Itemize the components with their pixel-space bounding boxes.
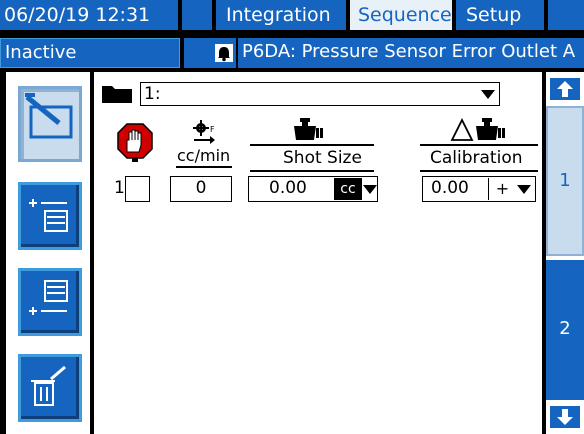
- page-tab-2[interactable]: 2: [546, 260, 584, 400]
- flow-rate-icon: F: [192, 120, 218, 148]
- chevron-down-icon: [481, 90, 495, 99]
- calibration-sign-value: +: [495, 179, 510, 198]
- insert-step-above-button[interactable]: [18, 182, 82, 250]
- shot-size-value: 0.00: [269, 178, 307, 198]
- shot-size-overline: [250, 144, 374, 146]
- arrow-up-icon: [557, 81, 573, 97]
- tab-sequence[interactable]: Sequence: [350, 0, 452, 30]
- insert-below-icon: [29, 280, 68, 315]
- sequence-select-dropdown[interactable]: [478, 84, 498, 104]
- scroll-down-button[interactable]: [550, 406, 580, 428]
- calibration-value: 0.00: [431, 178, 469, 198]
- insert-step-below-button[interactable]: [18, 268, 82, 336]
- insert-above-icon: [29, 199, 68, 232]
- scroll-up-button[interactable]: [550, 78, 580, 100]
- error-message: P6DA: Pressure Sensor Error Outlet A: [238, 38, 584, 68]
- bell-alert-icon: [212, 38, 236, 68]
- datetime-display: 06/20/19 12:31: [0, 0, 178, 30]
- flow-underline: [176, 166, 232, 168]
- page-tab-1-label: 1: [559, 170, 571, 191]
- edit-sequence-button[interactable]: [18, 86, 82, 162]
- trash-icon: [31, 365, 66, 406]
- shot-unit-chevron-down-icon[interactable]: [363, 185, 377, 194]
- step-number: 1: [114, 178, 125, 198]
- tab-integration[interactable]: Integration: [216, 0, 346, 30]
- shot-size-underline: [250, 170, 374, 172]
- header-spacer: [182, 0, 212, 30]
- action-sidebar: [6, 72, 90, 434]
- header-end: [548, 0, 584, 30]
- stop-hand-icon: [116, 122, 154, 166]
- step-enable-checkbox[interactable]: [125, 176, 150, 202]
- calibration-label: Calibration: [430, 148, 523, 168]
- calibration-overline: [420, 144, 538, 146]
- calibration-sign-select[interactable]: +: [488, 178, 516, 200]
- delete-step-button[interactable]: [18, 354, 82, 422]
- svg-text:F: F: [210, 125, 215, 134]
- shot-unit-value: cc: [340, 181, 356, 197]
- page-scroller: 1 2: [546, 72, 584, 434]
- folder-icon: [100, 82, 134, 108]
- shot-unit-select[interactable]: cc: [334, 178, 362, 200]
- sequence-select-value: 1:: [144, 84, 161, 104]
- arrow-down-icon: [557, 409, 573, 425]
- sequence-select[interactable]: 1:: [140, 82, 500, 106]
- flow-rate-input[interactable]: 0: [170, 176, 232, 202]
- edit-screen-icon: [25, 93, 73, 139]
- calibration-underline: [420, 170, 538, 172]
- machine-status: Inactive: [0, 38, 180, 68]
- tab-setup[interactable]: Setup: [456, 0, 544, 30]
- calibration-chevron-down-icon[interactable]: [517, 185, 531, 194]
- page-tab-2-label: 2: [559, 318, 571, 339]
- page-tab-1[interactable]: 1: [546, 106, 584, 256]
- flow-rate-value: 0: [195, 178, 207, 198]
- status-spacer: [184, 38, 212, 68]
- shot-size-label: Shot Size: [283, 148, 362, 168]
- flow-unit-label: cc/min: [177, 146, 231, 165]
